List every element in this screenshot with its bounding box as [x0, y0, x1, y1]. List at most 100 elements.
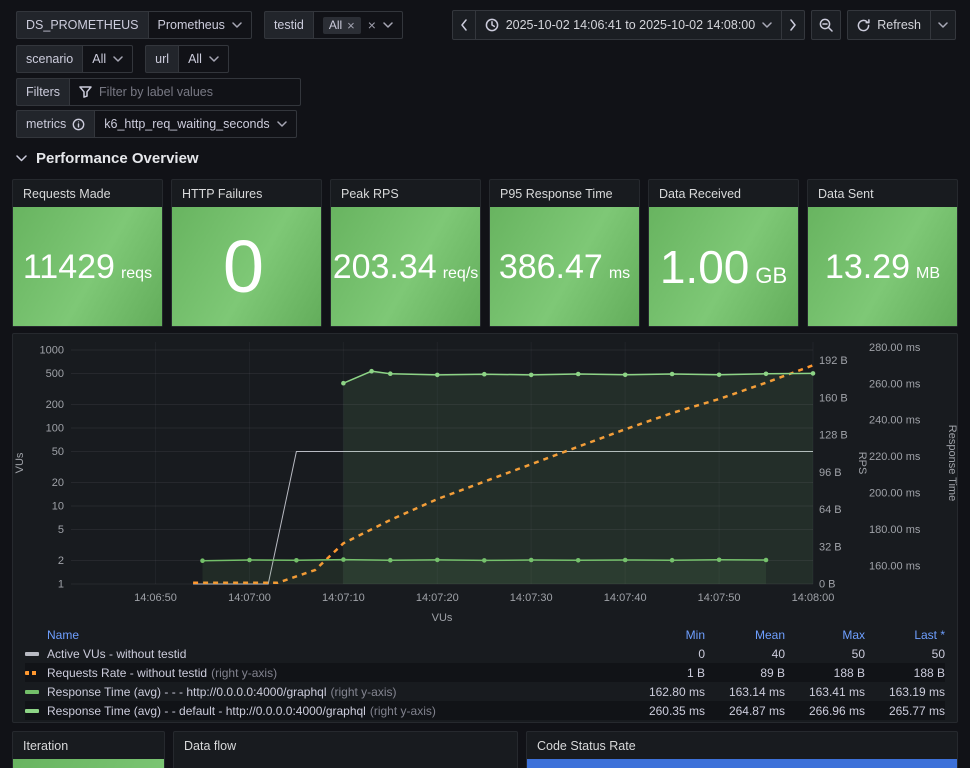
time-back-button[interactable] [451, 10, 476, 40]
refresh-group: Refresh [847, 10, 956, 40]
panel-title[interactable]: HTTP Failures [172, 180, 321, 207]
panel-title[interactable]: Data Received [649, 180, 798, 207]
refresh-interval-button[interactable] [930, 10, 956, 40]
chevron-down-icon [938, 22, 948, 28]
series-name[interactable]: Response Time (avg) - - - http://0.0.0.0… [47, 685, 625, 699]
series-name-text: Response Time (avg) - - default - http:/… [47, 703, 366, 718]
time-controls: 2025-10-02 14:06:41 to 2025-10-02 14:08:… [451, 10, 956, 40]
stat-value: 1.00 [659, 240, 750, 293]
url-label: url [145, 45, 179, 73]
series-name[interactable]: Response Time (avg) - - default - http:/… [47, 704, 625, 718]
section-performance-overview[interactable]: Performance Overview [16, 150, 199, 167]
series-name[interactable]: Active VUs - without testid [47, 647, 625, 661]
svg-text:5: 5 [58, 524, 64, 536]
datasource-select[interactable]: Prometheus [147, 11, 252, 39]
metrics-select[interactable]: k6_http_req_waiting_seconds [94, 110, 297, 138]
panel-title[interactable]: Peak RPS [331, 180, 480, 207]
stat-panels-row: Requests Made 11429 reqs HTTP Failures 0… [12, 179, 958, 327]
scenario-label: scenario [16, 45, 83, 73]
panel-title[interactable]: Requests Made [13, 180, 162, 207]
series-name-suffix: (right y-axis) [369, 703, 436, 718]
testid-label: testid [263, 11, 313, 39]
legend-col-last[interactable]: Last * [873, 628, 945, 642]
testid-select[interactable]: All × × [312, 11, 403, 39]
zoom-out-button[interactable] [811, 10, 842, 40]
chip-remove-icon[interactable]: × [347, 19, 355, 32]
metrics-label: metrics [16, 110, 95, 138]
time-range-button[interactable]: 2025-10-02 14:06:41 to 2025-10-02 14:08:… [474, 10, 783, 40]
series-min: 1 B [686, 665, 705, 680]
section-collapse-icon [16, 155, 27, 162]
bottom-panels-row: Iteration Data flow Code Status Rate [12, 731, 958, 768]
panel-title[interactable]: Data Sent [808, 180, 957, 207]
legend-row-response-time-1: Response Time (avg) - - - http://0.0.0.0… [25, 682, 945, 701]
svg-text:14:07:30: 14:07:30 [510, 592, 553, 604]
svg-text:0 B: 0 B [819, 579, 836, 591]
zoom-out-icon [819, 18, 833, 32]
svg-text:200: 200 [46, 399, 64, 411]
svg-text:32 B: 32 B [819, 541, 842, 553]
chevron-down-icon [113, 56, 123, 62]
testid-chip-all[interactable]: All × [322, 16, 361, 34]
legend-row-active-vus: Active VUs - without testid 0 40 50 50 [25, 644, 945, 663]
time-range-text: 2025-10-02 14:06:41 to 2025-10-02 14:08:… [505, 18, 756, 32]
panel-title[interactable]: P95 Response Time [490, 180, 639, 207]
svg-text:220.00 ms: 220.00 ms [869, 451, 921, 463]
series-mean: 264.87 ms [728, 703, 785, 718]
legend-header: Name Min Mean Max Last * [25, 626, 945, 644]
clock-icon [485, 18, 499, 32]
stat-value: 386.47 [498, 247, 603, 286]
series-color-swatch [25, 708, 39, 713]
testid-chip-label: All [328, 18, 343, 32]
performance-timeseries-panel: 1000 500 200 100 50 20 10 5 2 1 14:06:50 14:07:00 14… [12, 333, 958, 723]
filter-funnel-icon [79, 86, 92, 98]
series-name[interactable]: Requests Rate - without testid (right y-… [47, 666, 625, 680]
series-min: 0 [698, 646, 705, 661]
series-max: 163.41 ms [808, 684, 865, 699]
filter-input[interactable] [99, 85, 292, 99]
legend-col-min[interactable]: Min [633, 628, 705, 642]
filters-row: Filters [16, 78, 302, 106]
panel-title[interactable]: Code Status Rate [527, 732, 957, 759]
refresh-button[interactable]: Refresh [847, 10, 931, 40]
svg-text:240.00 ms: 240.00 ms [869, 415, 921, 427]
chevron-down-icon [383, 22, 393, 28]
svg-text:RPS: RPS [856, 452, 868, 475]
scenario-select[interactable]: All [82, 45, 134, 73]
timeseries-chart[interactable]: 1000 500 200 100 50 20 10 5 2 1 14:06:50 14:07:00 14… [13, 334, 957, 626]
data-received-panel: Data Received 1.00 GB [648, 179, 799, 327]
series-name-text: Active VUs - without testid [47, 646, 187, 661]
svg-text:14:08:00: 14:08:00 [792, 592, 835, 604]
info-icon[interactable] [72, 118, 85, 131]
chevron-left-icon [460, 19, 467, 31]
clear-selection-icon[interactable]: × [368, 18, 376, 32]
iteration-panel: Iteration [12, 731, 165, 768]
url-variable: url All [145, 45, 229, 73]
status-bar-gauge [527, 759, 957, 768]
svg-text:14:07:00: 14:07:00 [228, 592, 271, 604]
legend-col-mean[interactable]: Mean [713, 628, 785, 642]
legend-col-max[interactable]: Max [793, 628, 865, 642]
scenario-value: All [92, 52, 107, 66]
time-forward-button[interactable] [781, 10, 806, 40]
stat-unit: MB [916, 264, 941, 282]
panel-title[interactable]: Iteration [13, 732, 164, 759]
svg-text:64 B: 64 B [819, 504, 842, 516]
metrics-label-text: metrics [26, 117, 67, 131]
svg-text:100: 100 [46, 423, 64, 435]
url-select[interactable]: All [178, 45, 229, 73]
series-last: 50 [931, 646, 945, 661]
datasource-variable: DS_PROMETHEUS Prometheus [16, 11, 252, 39]
panel-title[interactable]: Data flow [174, 732, 517, 759]
stat-value-area: 0 [172, 207, 321, 326]
stat-value-area: 203.34 req/s [331, 207, 480, 326]
legend-col-name[interactable]: Name [47, 628, 625, 642]
url-value: All [188, 52, 202, 66]
series-min: 162.80 ms [648, 684, 705, 699]
svg-text:VUs: VUs [432, 612, 453, 624]
stat-value: 11429 [22, 247, 115, 286]
series-name-text: Requests Rate - without testid [47, 665, 208, 680]
series-last: 163.19 ms [888, 684, 945, 699]
requests-made-panel: Requests Made 11429 reqs [12, 179, 163, 327]
series-min: 260.35 ms [648, 703, 705, 718]
